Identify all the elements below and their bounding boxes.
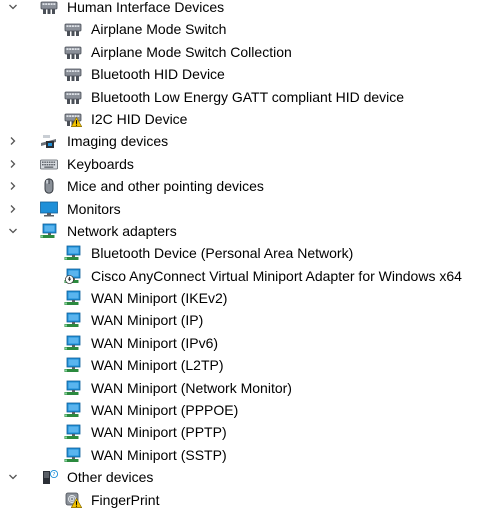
network-adapter-icon (64, 245, 82, 261)
tree-node-label: Bluetooth Device (Personal Area Network) (91, 245, 354, 262)
hid-icon (40, 0, 58, 15)
network-adapter-icon (64, 357, 82, 373)
hid-icon (64, 89, 82, 105)
chevron-right-icon[interactable] (8, 204, 18, 214)
monitor-icon (40, 201, 58, 217)
keyboard-icon (40, 156, 58, 172)
tree-node-label: Network adapters (67, 222, 177, 239)
tree-node-bluetooth-pan[interactable]: Bluetooth Device (Personal Area Network) (0, 242, 490, 264)
tree-node-label: Airplane Mode Switch Collection (91, 43, 292, 60)
tree-node-airplane-mode-switch-collection[interactable]: Airplane Mode Switch Collection (0, 41, 490, 63)
tree-node-airplane-mode-switch[interactable]: Airplane Mode Switch (0, 18, 490, 40)
network-adapter-icon (64, 424, 82, 440)
tree-node-wan-sstp[interactable]: WAN Miniport (SSTP) (0, 444, 490, 466)
tree-node-label: WAN Miniport (PPPOE) (91, 402, 239, 419)
tree-node-bluetooth-hid-device[interactable]: Bluetooth HID Device (0, 63, 490, 85)
tree-node-label: FingerPrint (91, 491, 160, 508)
network-adapter-icon (64, 290, 82, 306)
tree-node-imaging-devices[interactable]: Imaging devices (0, 130, 490, 152)
device-tree: Human Interface Devices Airplane Mode Sw… (0, 0, 490, 511)
tree-node-label: Imaging devices (67, 133, 169, 150)
network-adapter-icon (64, 380, 82, 396)
tree-node-cisco-anyconnect[interactable]: Cisco AnyConnect Virtual Miniport Adapte… (0, 265, 490, 287)
chevron-right-icon[interactable] (8, 181, 18, 191)
tree-node-fingerprint[interactable]: FingerPrint (0, 489, 490, 511)
tree-node-wan-pppoe[interactable]: WAN Miniport (PPPOE) (0, 399, 490, 421)
tree-node-monitors[interactable]: Monitors (0, 198, 490, 220)
network-adapter-download-icon (64, 268, 82, 284)
camera-icon (40, 133, 58, 149)
hid-icon (64, 66, 82, 82)
hid-warning-icon (64, 111, 82, 127)
tree-node-wan-ip[interactable]: WAN Miniport (IP) (0, 309, 490, 331)
tree-node-mice[interactable]: Mice and other pointing devices (0, 175, 490, 197)
tree-node-label: WAN Miniport (IKEv2) (91, 290, 228, 307)
tree-node-label: Bluetooth HID Device (91, 66, 225, 83)
network-adapter-icon (64, 312, 82, 328)
tree-node-keyboards[interactable]: Keyboards (0, 153, 490, 175)
tree-node-network-adapters[interactable]: Network adapters (0, 220, 490, 242)
tree-node-label: Mice and other pointing devices (67, 178, 264, 195)
chevron-down-icon[interactable] (8, 2, 18, 12)
tree-node-wan-ipv6[interactable]: WAN Miniport (IPv6) (0, 332, 490, 354)
tree-node-label: Airplane Mode Switch (91, 21, 227, 38)
tree-node-i2c-hid-device[interactable]: I2C HID Device (0, 108, 490, 130)
tree-node-bluetooth-le-gatt-hid[interactable]: Bluetooth Low Energy GATT compliant HID … (0, 86, 490, 108)
tree-node-label: WAN Miniport (IPv6) (91, 334, 219, 351)
hid-icon (64, 21, 82, 37)
tree-node-human-interface-devices[interactable]: Human Interface Devices (0, 0, 490, 18)
unknown-device-warning-icon (64, 492, 82, 508)
tree-node-label: Human Interface Devices (67, 0, 225, 15)
tree-node-label: Other devices (67, 469, 154, 486)
chevron-right-icon[interactable] (8, 136, 18, 146)
tree-node-wan-ikev2[interactable]: WAN Miniport (IKEv2) (0, 287, 490, 309)
tree-node-label: Keyboards (67, 155, 134, 172)
network-adapter-icon (40, 223, 58, 239)
network-adapter-icon (64, 447, 82, 463)
tree-node-label: WAN Miniport (Network Monitor) (91, 379, 292, 396)
network-adapter-icon (64, 335, 82, 351)
tree-node-label: Monitors (67, 200, 121, 217)
tree-node-wan-l2tp[interactable]: WAN Miniport (L2TP) (0, 354, 490, 376)
mouse-icon (40, 178, 58, 194)
tree-node-label: WAN Miniport (IP) (91, 312, 204, 329)
tree-node-label: WAN Miniport (PPTP) (91, 424, 227, 441)
tree-node-other-devices[interactable]: Other devices (0, 466, 490, 488)
chevron-down-icon[interactable] (8, 472, 18, 482)
hid-icon (64, 44, 82, 60)
tree-node-label: WAN Miniport (L2TP) (91, 357, 224, 374)
network-adapter-icon (64, 402, 82, 418)
chevron-right-icon[interactable] (8, 159, 18, 169)
tree-node-label: I2C HID Device (91, 110, 188, 127)
tree-node-wan-network-monitor[interactable]: WAN Miniport (Network Monitor) (0, 377, 490, 399)
unknown-device-icon (40, 469, 58, 485)
tree-node-wan-pptp[interactable]: WAN Miniport (PPTP) (0, 421, 490, 443)
tree-node-label: Bluetooth Low Energy GATT compliant HID … (91, 88, 405, 105)
chevron-down-icon[interactable] (8, 226, 18, 236)
tree-node-label: Cisco AnyConnect Virtual Miniport Adapte… (91, 267, 462, 284)
tree-node-label: WAN Miniport (SSTP) (91, 446, 227, 463)
